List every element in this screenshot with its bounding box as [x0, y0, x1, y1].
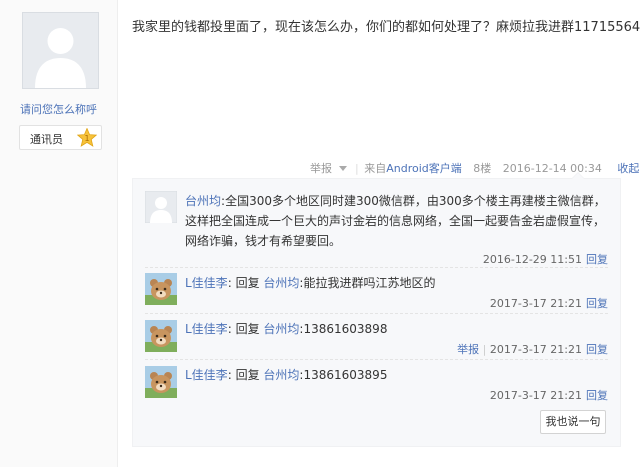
author-avatar[interactable]	[22, 12, 99, 89]
reply-target-link[interactable]: 台州均	[263, 322, 299, 336]
reply-list: 台州均: 全国300多个地区同时建300微信群，由300多个楼主再建楼主微信群，这…	[132, 172, 621, 447]
reply-body: :能拉我进群吗江苏地区的	[299, 276, 436, 290]
reply-word: 回复	[235, 276, 260, 290]
rank-label: 通讯员	[30, 133, 63, 146]
reply-separator: :	[227, 276, 232, 290]
reply-user-link[interactable]: L佳佳李	[185, 322, 228, 336]
reply-word: 回复	[235, 322, 260, 336]
reply-report-link[interactable]: 举报	[457, 343, 479, 356]
bear-avatar-icon	[145, 320, 177, 352]
post-time: 2016-12-14 00:34	[502, 161, 602, 175]
reply-divider	[145, 359, 608, 360]
reply-word: 回复	[235, 368, 260, 382]
default-user-avatar-icon	[145, 191, 177, 223]
say-something-button[interactable]: 我也说一句	[540, 410, 606, 434]
reply-button[interactable]: 回复	[586, 253, 608, 266]
android-client-link[interactable]: Android客户端	[386, 160, 462, 176]
collapse-replies-link[interactable]: 收起回复	[617, 160, 640, 176]
reply-time: 2017-3-17 21:21	[489, 297, 582, 310]
reply-body: 全国300多个地区同时建300微信群，由300多个楼主再建楼主微信群，这样把全国…	[185, 194, 606, 248]
reply-avatar[interactable]	[145, 191, 177, 223]
reply-user-link[interactable]: 台州均	[185, 194, 221, 208]
reply-time: 2016-12-29 11:51	[482, 253, 582, 266]
reply-button[interactable]: 回复	[586, 297, 608, 310]
bear-avatar-icon	[145, 273, 177, 305]
reply-target-link[interactable]: 台州均	[263, 368, 299, 382]
reply-button[interactable]: 回复	[586, 389, 608, 402]
reply-separator: :	[227, 368, 232, 382]
reply-meta: 举报 | 2017-3-17 21:21 回复	[457, 341, 608, 357]
reply-time: 2017-3-17 21:21	[489, 389, 582, 402]
reply-user-link[interactable]: L佳佳李	[185, 368, 228, 382]
reply-text: L佳佳李: 回复 台州均:能拉我进群吗江苏地区的	[185, 273, 610, 293]
reply-body: :13861603895	[299, 368, 388, 382]
meta-divider: |	[355, 161, 359, 175]
author-name[interactable]: 请问您怎么称呼	[0, 101, 117, 117]
source-prefix: 来自	[364, 162, 387, 175]
reply-time: 2017-3-17 21:21	[489, 343, 582, 356]
author-sidebar: 请问您怎么称呼 通讯员 1	[0, 0, 118, 467]
floor-number: 8楼	[473, 162, 492, 175]
reply-text: 台州均:全国300多个地区同时建300微信群，由300多个楼主再建楼主微信群，这…	[185, 191, 610, 251]
reply-avatar[interactable]	[145, 320, 177, 352]
reply-text: L佳佳李: 回复 台州均:13861603895	[185, 365, 610, 385]
bear-avatar-icon	[145, 366, 177, 398]
reply-user-link[interactable]: L佳佳李	[185, 276, 228, 290]
reply-divider	[145, 313, 608, 314]
star-level-icon: 1	[77, 128, 97, 147]
reply-avatar[interactable]	[145, 366, 177, 398]
rank-level: 1	[84, 134, 89, 143]
reply-body: :13861603898	[299, 322, 388, 336]
reply-separator: :	[227, 322, 232, 336]
author-rank-badge[interactable]: 通讯员 1	[19, 125, 102, 150]
post-content: 我家里的钱都投里面了，现在该怎么办，你们的都如何处理了？麻烦拉我进群117155…	[132, 20, 640, 35]
reply-meta: 2016-12-29 11:51 回复	[483, 251, 608, 267]
default-user-avatar-icon	[23, 13, 98, 88]
reply-target-link[interactable]: 台州均	[263, 276, 299, 290]
report-link[interactable]: 举报	[310, 160, 332, 176]
reply-meta: 2017-3-17 21:21 回复	[490, 295, 608, 311]
reply-avatar[interactable]	[145, 273, 177, 305]
reply-text: L佳佳李: 回复 台州均:13861603898	[185, 319, 610, 339]
chevron-down-icon[interactable]	[338, 165, 347, 171]
post-meta: 举报 | 来自Android客户端 8楼 2016-12-14 00:34 收起…	[310, 160, 640, 178]
reply-button[interactable]: 回复	[586, 343, 608, 356]
reply-divider	[145, 267, 608, 268]
meta-divider: |	[482, 343, 487, 356]
reply-meta: 2017-3-17 21:21 回复	[490, 387, 608, 403]
